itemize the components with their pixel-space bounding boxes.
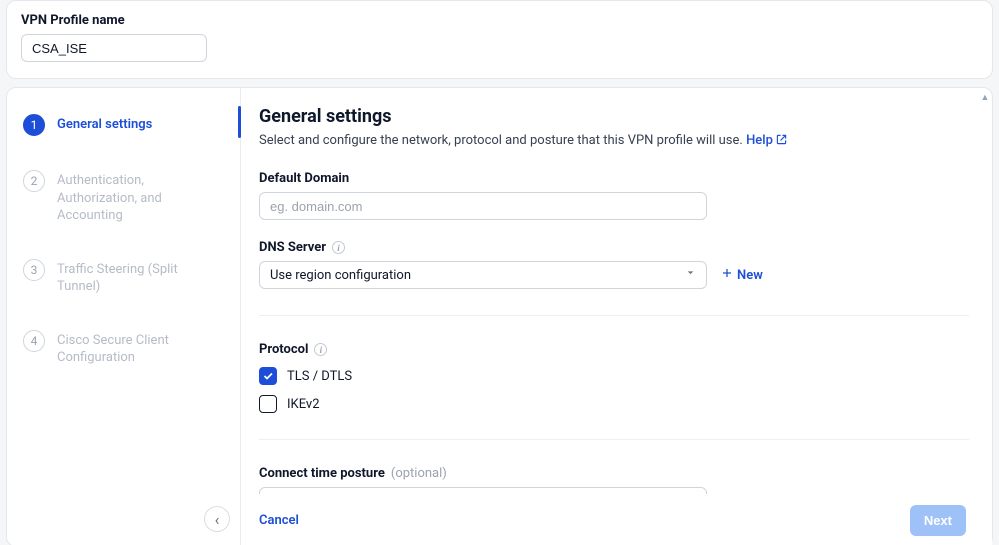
- info-icon[interactable]: i: [332, 241, 345, 254]
- info-icon[interactable]: i: [314, 343, 327, 356]
- step-label: Authentication, Authorization, and Accou…: [57, 170, 217, 225]
- cancel-button[interactable]: Cancel: [259, 513, 299, 528]
- page-title: General settings: [259, 106, 966, 127]
- wizard-footer: Cancel Next: [241, 494, 992, 545]
- step-label: Traffic Steering (Split Tunnel): [57, 259, 217, 296]
- next-button[interactable]: Next: [910, 505, 966, 536]
- protocol-option-ikev2[interactable]: IKEv2: [259, 395, 966, 413]
- protocol-option-label: TLS / DTLS: [287, 369, 352, 384]
- default-domain-label: Default Domain: [259, 171, 966, 186]
- posture-label-text: Connect time posture: [259, 466, 385, 481]
- checkbox-checked-icon: [259, 367, 277, 385]
- step-aaa[interactable]: 2 Authentication, Authorization, and Acc…: [23, 162, 240, 233]
- checkbox-unchecked-icon: [259, 395, 277, 413]
- content-wrap: ▲ ▼ General settings Select and configur…: [241, 88, 992, 545]
- step-list: 1 General settings 2 Authentication, Aut…: [23, 106, 240, 375]
- help-link-text: Help: [746, 133, 773, 148]
- collapse-sidebar-button[interactable]: ‹: [204, 506, 230, 532]
- chevron-down-icon: [685, 268, 696, 283]
- help-link[interactable]: Help: [746, 133, 787, 148]
- protocol-option-tls[interactable]: TLS / DTLS: [259, 367, 966, 385]
- scrollbar[interactable]: ▲ ▼: [980, 92, 990, 542]
- default-domain-input[interactable]: [259, 192, 707, 220]
- new-dns-label: New: [737, 268, 763, 283]
- optional-text: (optional): [391, 466, 447, 481]
- external-link-icon: [776, 134, 787, 149]
- protocol-label-text: Protocol: [259, 342, 308, 357]
- plus-icon: [721, 267, 733, 283]
- step-number: 1: [23, 114, 45, 136]
- profile-name-card: VPN Profile name: [6, 0, 993, 79]
- chevron-left-icon: ‹: [215, 510, 220, 529]
- wizard-content: General settings Select and configure th…: [241, 88, 992, 545]
- profile-name-label: VPN Profile name: [21, 13, 978, 28]
- wizard-sidebar: 1 General settings 2 Authentication, Aut…: [7, 88, 241, 545]
- step-label: General settings: [57, 114, 152, 134]
- dns-server-label: DNS Server i: [259, 240, 966, 255]
- divider: [259, 315, 969, 316]
- protocol-option-label: IKEv2: [287, 397, 320, 412]
- profile-name-input[interactable]: [21, 34, 207, 62]
- step-number: 2: [23, 170, 45, 192]
- dns-server-select[interactable]: Use region configuration: [259, 261, 707, 289]
- scroll-up-icon: ▲: [980, 92, 990, 102]
- new-dns-link[interactable]: New: [721, 267, 763, 283]
- step-label: Cisco Secure Client Configuration: [57, 330, 217, 367]
- posture-label: Connect time posture (optional): [259, 466, 966, 481]
- step-general-settings[interactable]: 1 General settings: [23, 106, 240, 144]
- step-number: 3: [23, 259, 45, 281]
- divider: [259, 439, 969, 440]
- step-client-config[interactable]: 4 Cisco Secure Client Configuration: [23, 322, 240, 375]
- protocol-label: Protocol i: [259, 342, 966, 357]
- dns-server-label-text: DNS Server: [259, 240, 326, 255]
- step-traffic-steering[interactable]: 3 Traffic Steering (Split Tunnel): [23, 251, 240, 304]
- page-subtitle: Select and configure the network, protoc…: [259, 133, 966, 149]
- step-number: 4: [23, 330, 45, 352]
- wizard-card: 1 General settings 2 Authentication, Aut…: [6, 87, 993, 545]
- subtitle-text: Select and configure the network, protoc…: [259, 133, 743, 148]
- dns-server-selected: Use region configuration: [270, 268, 411, 283]
